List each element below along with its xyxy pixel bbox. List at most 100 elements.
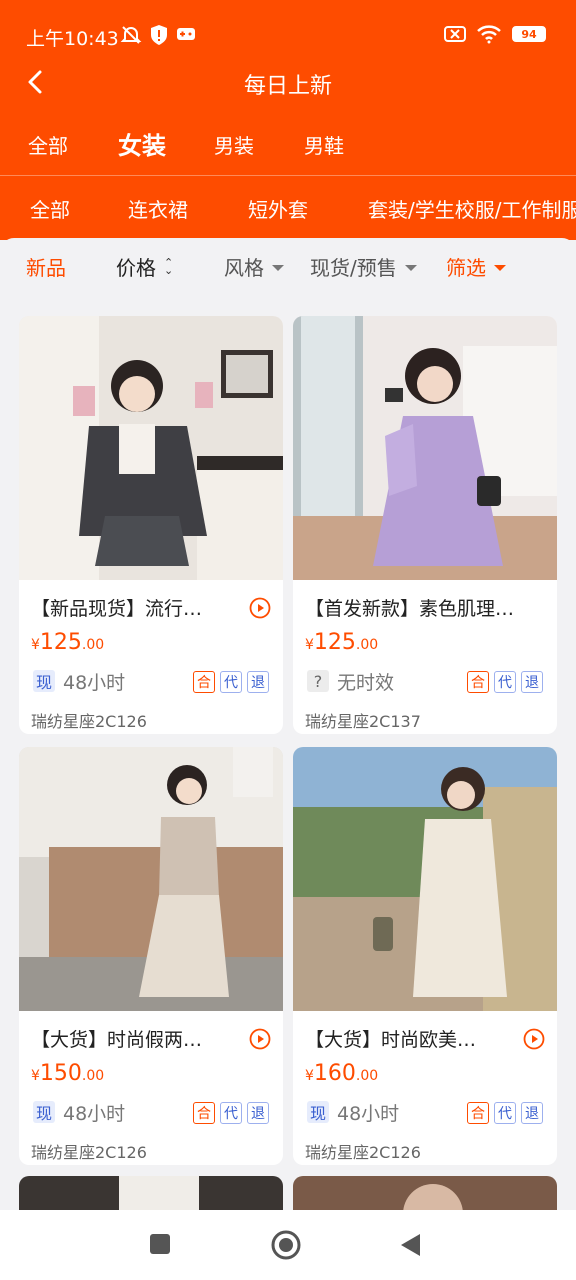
service-tags: 合 代 退 xyxy=(193,1102,269,1124)
price-integer: 125 xyxy=(39,630,82,655)
shop-name[interactable]: 瑞纺星座2C126 xyxy=(31,1139,147,1163)
filter-screen-label: 筛选 xyxy=(446,256,486,280)
page-title: 每日上新 xyxy=(243,74,332,99)
price-currency: ¥ xyxy=(31,1068,40,1084)
caret-down-icon xyxy=(494,264,506,271)
price-currency: ¥ xyxy=(305,637,314,653)
tag-dai: 代 xyxy=(220,671,242,693)
status-time: 上午10:43 xyxy=(26,28,119,50)
stock-badge: 现 xyxy=(33,1101,55,1123)
filter-new-label: 新品 xyxy=(26,256,66,280)
caret-down-icon xyxy=(404,264,417,271)
service-tags: 合 代 退 xyxy=(193,671,269,693)
product-title: 【首发新款】素色肌理… xyxy=(305,598,515,620)
battery-level: 94 xyxy=(521,27,537,41)
stock-badge: 现 xyxy=(307,1101,329,1123)
subtab-sets-uniforms[interactable]: 套装/学生校服/工作制服 xyxy=(368,194,576,223)
tag-tui: 退 xyxy=(521,671,543,693)
caret-down-icon xyxy=(272,264,284,271)
filter-screen[interactable]: 筛选 xyxy=(446,252,506,281)
shop-name[interactable]: 瑞纺星座2C126 xyxy=(31,708,147,732)
tag-he: 合 xyxy=(193,671,215,693)
system-nav-bar xyxy=(0,1210,576,1280)
product-title: 【大货】时尚假两… xyxy=(31,1029,203,1051)
gamepad-icon xyxy=(177,28,195,40)
filter-price[interactable]: 价格 ⌃ ⌄ xyxy=(116,252,173,281)
mute-bell-icon xyxy=(120,26,142,44)
shield-icon xyxy=(151,25,167,45)
status-left-icons xyxy=(120,24,196,46)
battery-icon: 94 xyxy=(512,26,546,42)
video-play-icon[interactable] xyxy=(523,1028,545,1050)
product-price: ¥150.00 xyxy=(31,1061,104,1086)
price-currency: ¥ xyxy=(31,637,40,653)
stock-time: 48小时 xyxy=(63,1103,126,1125)
price-decimal: .00 xyxy=(81,637,105,653)
product-image[interactable] xyxy=(19,747,283,1011)
tag-dai: 代 xyxy=(494,671,516,693)
tag-he: 合 xyxy=(193,1102,215,1124)
category-tabs: 全部 女装 男装 男鞋 xyxy=(0,118,576,170)
filter-style[interactable]: 风格 xyxy=(224,252,284,281)
shop-name[interactable]: 瑞纺星座2C137 xyxy=(305,708,421,732)
filter-stock-label: 现货/预售 xyxy=(310,256,397,280)
product-card[interactable]: 【大货】时尚欧美… ¥160.00 现 48小时 合 代 退 瑞纺星座2C126 xyxy=(293,747,557,1165)
filter-new[interactable]: 新品 xyxy=(26,252,66,281)
filter-stock[interactable]: 现货/预售 xyxy=(310,252,417,281)
tab-all[interactable]: 全部 xyxy=(28,118,68,159)
subcategory-tabs: 全部 连衣裙 短外套 套装/学生校服/工作制服 xyxy=(0,180,576,232)
product-card[interactable]: 【首发新款】素色肌理… ¥125.00 ? 无时效 合 代 退 瑞纺星座2C13… xyxy=(293,316,557,734)
price-integer: 160 xyxy=(313,1061,356,1086)
product-image[interactable] xyxy=(293,747,557,1011)
product-card[interactable]: 【新品现货】流行… ¥125.00 现 48小时 合 代 退 瑞纺星座2C126 xyxy=(19,316,283,734)
product-image[interactable] xyxy=(293,316,557,580)
subtab-all[interactable]: 全部 xyxy=(30,194,70,223)
wifi-icon xyxy=(477,25,501,44)
video-play-icon[interactable] xyxy=(249,597,271,619)
recents-square-icon[interactable] xyxy=(148,1232,172,1256)
stock-time: 48小时 xyxy=(337,1103,400,1125)
shop-name[interactable]: 瑞纺星座2C126 xyxy=(305,1139,421,1163)
subtab-short-jackets[interactable]: 短外套 xyxy=(248,194,308,223)
price-decimal: .00 xyxy=(355,637,379,653)
product-price: ¥125.00 xyxy=(31,630,104,655)
filter-price-label: 价格 xyxy=(116,256,156,280)
status-right-icons: 94 xyxy=(444,24,546,44)
price-decimal: .00 xyxy=(355,1068,379,1084)
tag-tui: 退 xyxy=(521,1102,543,1124)
service-tags: 合 代 退 xyxy=(467,1102,543,1124)
price-currency: ¥ xyxy=(305,1068,314,1084)
tag-dai: 代 xyxy=(220,1102,242,1124)
tab-divider xyxy=(0,175,576,176)
product-price: ¥125.00 xyxy=(305,630,378,655)
stock-badge: ? xyxy=(307,670,329,692)
tag-tui: 退 xyxy=(247,671,269,693)
tag-tui: 退 xyxy=(247,1102,269,1124)
tab-womens[interactable]: 女装 xyxy=(118,118,166,161)
home-circle-icon[interactable] xyxy=(270,1229,302,1261)
service-tags: 合 代 退 xyxy=(467,671,543,693)
back-triangle-icon[interactable] xyxy=(398,1232,424,1258)
product-price: ¥160.00 xyxy=(305,1061,378,1086)
tag-dai: 代 xyxy=(494,1102,516,1124)
sort-toggle-icon: ⌃ ⌄ xyxy=(164,255,174,277)
product-card[interactable]: 【大货】时尚假两… ¥150.00 现 48小时 合 代 退 瑞纺星座2C126 xyxy=(19,747,283,1165)
product-title: 【新品现货】流行… xyxy=(31,598,203,620)
tab-mens[interactable]: 男装 xyxy=(214,118,254,159)
stock-time: 无时效 xyxy=(337,672,395,694)
video-play-icon[interactable] xyxy=(249,1028,271,1050)
stock-time: 48小时 xyxy=(63,672,126,694)
price-decimal: .00 xyxy=(81,1068,105,1084)
product-title: 【大货】时尚欧美… xyxy=(305,1029,477,1051)
price-integer: 150 xyxy=(39,1061,82,1086)
tag-he: 合 xyxy=(467,1102,489,1124)
nav-bar: 每日上新 xyxy=(0,56,576,108)
subtab-dresses[interactable]: 连衣裙 xyxy=(128,194,188,223)
stock-badge: 现 xyxy=(33,670,55,692)
price-integer: 125 xyxy=(313,630,356,655)
product-image[interactable] xyxy=(19,316,283,580)
tab-mens-shoes[interactable]: 男鞋 xyxy=(304,118,344,159)
filter-style-label: 风格 xyxy=(224,256,264,280)
tag-he: 合 xyxy=(467,671,489,693)
filter-bar: 新品 价格 ⌃ ⌄ 风格 现货/预售 筛选 xyxy=(0,238,576,294)
